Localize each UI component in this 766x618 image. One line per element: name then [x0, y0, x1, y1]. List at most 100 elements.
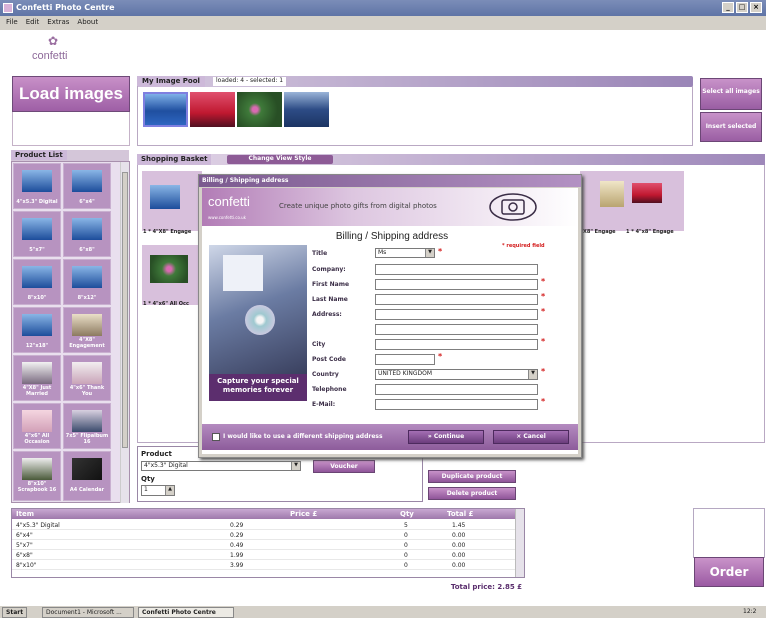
banner-logo: confetti [208, 194, 250, 209]
telephone-field[interactable] [375, 384, 538, 395]
product-item[interactable]: 5"x7" [13, 211, 61, 257]
load-images-button[interactable]: Load images [12, 76, 130, 112]
delete-product-button[interactable]: Delete product [428, 487, 516, 500]
country-select[interactable]: UNITED KINGDOM ▼ [375, 369, 538, 380]
product-item[interactable]: 7x5" Flipalbum 16 [63, 403, 111, 449]
product-item[interactable]: 6"x4" [63, 163, 111, 209]
taskbar-document[interactable]: Document1 - Microsoft ... [42, 607, 134, 618]
cancel-button[interactable]: × Cancel [493, 430, 569, 444]
product-item[interactable]: 4"x6" Thank You [63, 355, 111, 401]
table-row[interactable]: 6"x4" 0.29 0 0.00 [12, 531, 524, 540]
product-label: 8"x10" Scrapbook 16 [17, 481, 57, 493]
product-item[interactable]: 6"x8" [63, 211, 111, 257]
product-item[interactable]: 4"x5.3" Digital [13, 163, 61, 209]
menu-about[interactable]: About [77, 18, 98, 28]
product-thumb [72, 362, 102, 384]
product-item[interactable]: A4 Calendar [63, 451, 111, 501]
basket-item[interactable] [142, 245, 202, 305]
address-field-2[interactable] [375, 324, 538, 335]
country-select-value: UNITED KINGDOM [378, 370, 432, 377]
email-field[interactable] [375, 399, 538, 410]
basket-item-label: 1 * 4"x6" All Occ [143, 301, 189, 307]
product-label: 4"x5.3" Digital [16, 199, 58, 205]
cell-price: 3.99 [230, 562, 244, 569]
required-marker: * [438, 352, 443, 361]
basket-item[interactable] [624, 171, 684, 231]
basket-item-label: X8" Engage [583, 229, 616, 235]
pool-thumb-red-sunset[interactable] [190, 92, 235, 127]
address-field-1[interactable] [375, 309, 538, 320]
last-name-field[interactable] [375, 294, 538, 305]
start-button[interactable]: Start [2, 607, 28, 618]
product-thumb [72, 314, 102, 336]
city-field[interactable] [375, 339, 538, 350]
product-item[interactable]: 4"X8" Just Married [13, 355, 61, 401]
pool-thumb-flowers[interactable] [237, 92, 282, 127]
shopping-basket-header: Shopping Basket Change View Style [137, 154, 765, 165]
minimize-button[interactable]: _ [722, 2, 734, 13]
table-row[interactable]: 8"x10" 3.99 0 0.00 [12, 561, 524, 570]
continue-button[interactable]: » Continue [408, 430, 484, 444]
required-note: * required field [502, 243, 545, 249]
table-header: Item Price £ Qty Total £ [12, 509, 524, 519]
post-code-field[interactable] [375, 354, 435, 365]
image-pool [137, 86, 693, 146]
select-all-images-button[interactable]: Select all images [700, 78, 762, 110]
product-item[interactable]: 4"X8" Engagement [63, 307, 111, 353]
dialog-title: Billing / Shipping address [199, 175, 581, 187]
product-thumb [72, 218, 102, 240]
dialog-banner: confetti www.confetti.co.uk Create uniqu… [202, 188, 578, 226]
product-item[interactable]: 8"x10" Scrapbook 16 [13, 451, 61, 501]
first-name-field[interactable] [375, 279, 538, 290]
menu-file[interactable]: File [6, 18, 18, 28]
cell-total: 0.00 [452, 562, 466, 569]
product-label: 6"x8" [79, 247, 95, 253]
table-row[interactable]: 6"x8" 1.99 0 0.00 [12, 551, 524, 560]
product-list-scrollbar[interactable] [120, 162, 129, 503]
pool-thumb-blue-mountains[interactable] [143, 92, 188, 127]
close-button[interactable]: × [750, 2, 762, 13]
order-button[interactable]: Order [694, 557, 764, 587]
pool-thumb-blue-lake[interactable] [284, 92, 329, 127]
insert-selected-button[interactable]: Insert selected [700, 112, 762, 142]
chevron-down-icon: ▼ [425, 249, 434, 257]
product-thumb [22, 170, 52, 192]
menu-edit[interactable]: Edit [26, 18, 40, 28]
taskbar-confetti[interactable]: Confetti Photo Centre [138, 607, 234, 618]
product-thumb [22, 410, 52, 432]
different-shipping-checkbox[interactable] [212, 433, 220, 441]
menu-extras[interactable]: Extras [47, 18, 69, 28]
duplicate-product-button[interactable]: Duplicate product [428, 470, 516, 483]
chevron-down-icon: ▼ [528, 370, 537, 379]
change-view-style-button[interactable]: Change View Style [227, 155, 333, 164]
scrollbar-thumb[interactable] [122, 172, 128, 448]
product-item[interactable]: 12"x18" [13, 307, 61, 353]
product-item[interactable]: 8"x12" [63, 259, 111, 305]
cancel-label: Cancel [523, 433, 546, 440]
product-thumb [72, 410, 102, 432]
product-item[interactable]: 4"x6" All Occasion [13, 403, 61, 449]
qty-stepper[interactable]: 1 ▲ [141, 485, 175, 496]
maximize-button[interactable]: □ [736, 2, 748, 13]
product-label: 8"x12" [77, 295, 97, 301]
product-select[interactable]: 4"x5.3" Digital ▼ [141, 461, 301, 471]
basket-thumb [150, 255, 188, 283]
order-table: Item Price £ Qty Total £ 4"x5.3" Digital… [11, 508, 525, 578]
table-scrollbar[interactable] [515, 509, 524, 577]
product-item[interactable]: 8"x10" [13, 259, 61, 305]
app-icon [3, 3, 13, 13]
tab-product-list[interactable]: Product List [11, 150, 67, 160]
table-row[interactable]: 4"x5.3" Digital 0.29 5 1.45 [12, 521, 524, 530]
continue-label: Continue [433, 433, 465, 440]
promo-photo: Capture your special memories forever [209, 245, 307, 401]
label-telephone: Telephone [312, 386, 347, 393]
window-title: Confetti Photo Centre [16, 3, 115, 12]
required-marker: * [541, 292, 546, 301]
title-select[interactable]: Ms ▼ [375, 248, 435, 258]
tab-shopping-basket[interactable]: Shopping Basket [137, 154, 212, 165]
company-field[interactable] [375, 264, 538, 275]
basket-item[interactable] [142, 171, 202, 231]
voucher-button[interactable]: Voucher [313, 460, 375, 473]
cell-total: 0.00 [452, 552, 466, 559]
table-row[interactable]: 5"x7" 0.49 0 0.00 [12, 541, 524, 550]
